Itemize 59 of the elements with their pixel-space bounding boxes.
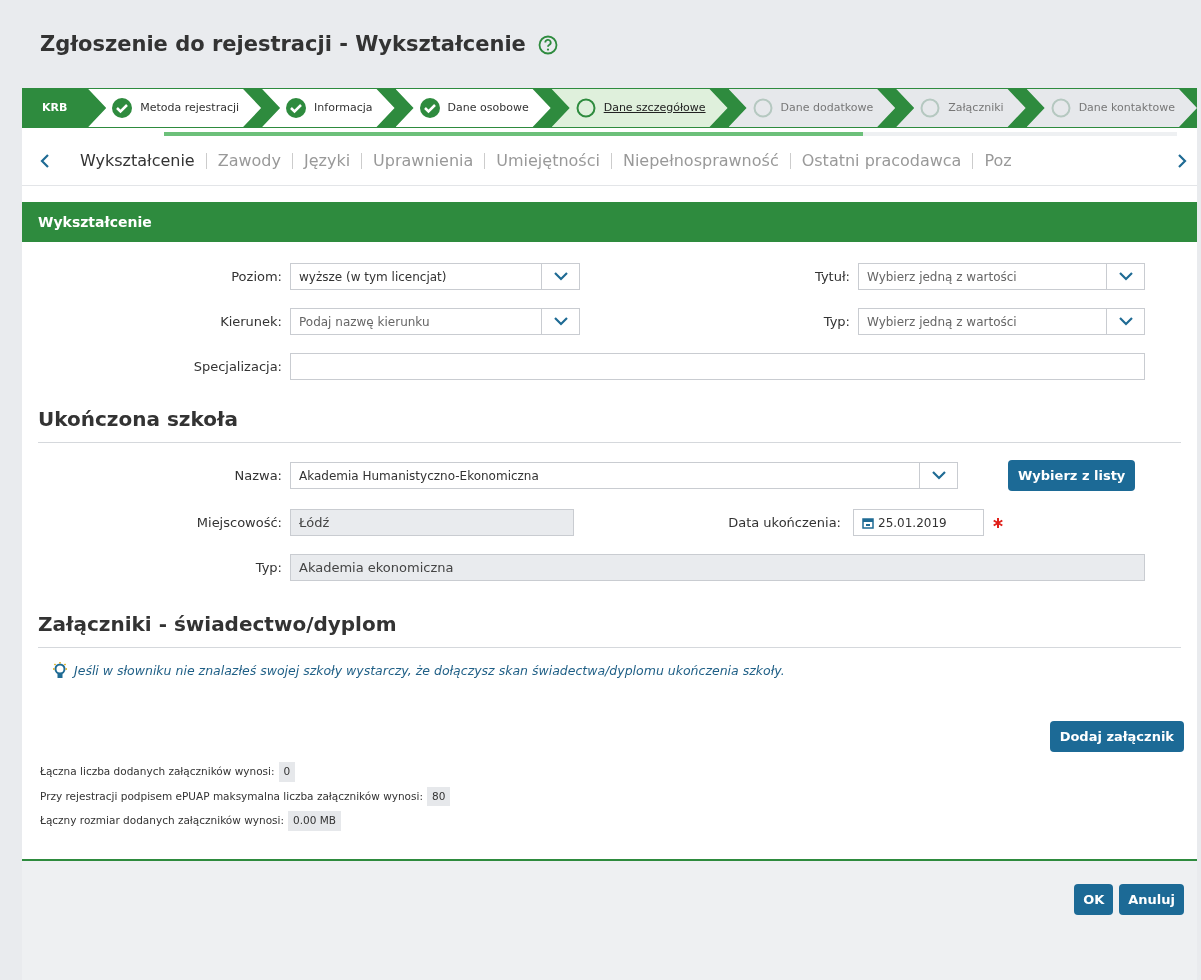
step-tab[interactable]: Informacja bbox=[262, 89, 395, 127]
section-tab[interactable]: Wykształcenie bbox=[80, 148, 195, 173]
step-tab[interactable]: Dane dodatkowe bbox=[728, 89, 896, 127]
field-label: Kierunek: bbox=[219, 312, 282, 331]
chevron-right-icon[interactable] bbox=[1177, 153, 1187, 168]
dialog-button[interactable]: Anuluj bbox=[1119, 884, 1184, 915]
hint-text: Jeśli w słowniku nie znalazłeś swojej szkoły wystarczy, że dołączysz skan świadectwa/dyplomu ukończenia szkoły. bbox=[74, 662, 785, 680]
step-tab[interactable]: Załączniki bbox=[896, 89, 1026, 127]
chevron-down-icon bbox=[553, 317, 568, 326]
date-field[interactable]: 25.01.2019 bbox=[853, 509, 984, 536]
check-circle-icon bbox=[112, 98, 133, 118]
page-title: Zgłoszenie do rejestracji - Wykształcenie bbox=[40, 31, 526, 59]
stepper-label: KRB bbox=[41, 99, 69, 116]
select-field[interactable]: Podaj nazwę kierunku bbox=[290, 308, 580, 335]
chevron-down-icon bbox=[553, 272, 568, 281]
field-label: Specjalizacja: bbox=[192, 357, 282, 376]
check-circle-icon bbox=[419, 98, 440, 118]
dialog-button[interactable]: OK bbox=[1074, 884, 1114, 915]
chevron-down-icon bbox=[931, 471, 946, 480]
circle-icon bbox=[1050, 98, 1071, 118]
readonly-field: Akademia ekonomiczna bbox=[290, 554, 1145, 581]
field-label: Poziom: bbox=[230, 267, 282, 286]
select-field[interactable]: Wybierz jedną z wartości bbox=[858, 263, 1145, 290]
panel-title: Wykształcenie bbox=[38, 212, 152, 232]
help-icon[interactable] bbox=[537, 35, 558, 55]
step-tab[interactable]: Metoda rejestracji bbox=[88, 89, 262, 127]
stat-label: Łączna liczba dodanych załączników wynosi: bbox=[40, 763, 275, 779]
field-label: Typ: bbox=[822, 312, 850, 331]
check-circle-icon bbox=[286, 98, 307, 118]
add-attachment-button[interactable]: Dodaj załącznik bbox=[1049, 720, 1184, 752]
stat-label: Przy rejestracji podpisem ePUAP maksymalna liczba załączników wynosi: bbox=[40, 788, 423, 804]
calendar-icon bbox=[862, 516, 874, 529]
section-heading: Ukończona szkoła bbox=[38, 406, 239, 433]
pick-from-list-button[interactable]: Wybierz z listy bbox=[1008, 460, 1136, 491]
stat-value: 80 bbox=[426, 786, 451, 807]
input-field[interactable] bbox=[290, 353, 1145, 380]
select-field[interactable]: wyższe (w tym licencjat) bbox=[290, 263, 580, 290]
field-label: Typ: bbox=[254, 558, 282, 577]
lightbulb-icon bbox=[52, 662, 68, 681]
step-tab[interactable]: Dane osobowe bbox=[395, 89, 551, 127]
stat-value: 0.00 MB bbox=[288, 811, 341, 831]
select-field[interactable]: Akademia Humanistyczno-Ekonomiczna bbox=[290, 462, 958, 489]
circle-icon bbox=[752, 98, 773, 118]
section-heading: Załączniki - świadectwo/dyplom bbox=[38, 611, 398, 638]
select-field[interactable]: Wybierz jedną z wartości bbox=[858, 308, 1145, 335]
stat-value: 0 bbox=[278, 761, 296, 782]
field-label: Tytuł: bbox=[813, 267, 850, 286]
step-tab[interactable]: Dane kontaktowe bbox=[1026, 89, 1197, 127]
field-label: Data ukończenia: bbox=[727, 513, 841, 532]
step-tab[interactable]: Dane szczegółowe bbox=[551, 89, 728, 127]
chevron-down-icon bbox=[1118, 317, 1133, 326]
chevron-down-icon bbox=[1118, 272, 1133, 281]
field-label: Miejscowość: bbox=[195, 513, 282, 532]
circle-icon bbox=[920, 98, 941, 118]
stat-label: Łączny rozmiar dodanych załączników wynosi: bbox=[40, 813, 284, 829]
chevron-left-icon[interactable] bbox=[40, 153, 50, 168]
readonly-field: Łódź bbox=[290, 509, 574, 536]
field-label: Nazwa: bbox=[233, 466, 282, 485]
circle-icon bbox=[575, 98, 596, 118]
